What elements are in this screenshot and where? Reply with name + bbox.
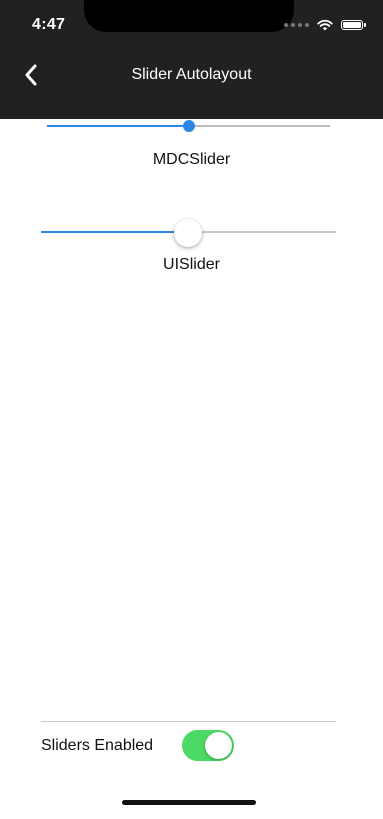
page-title: Slider Autolayout [131, 66, 252, 83]
mdc-slider-thumb[interactable] [183, 120, 195, 132]
app-screen: 4:47 Slider Autolayout MDCSlider UISlide… [0, 0, 383, 819]
mdc-slider[interactable] [47, 119, 330, 133]
mdc-slider-active-track [47, 125, 189, 127]
sliders-enabled-switch[interactable] [182, 730, 234, 761]
ui-slider-inactive-track [188, 231, 336, 233]
device-notch [84, 0, 294, 32]
ui-slider[interactable] [41, 219, 336, 247]
status-icons [284, 16, 366, 34]
switch-knob [205, 732, 232, 759]
home-indicator[interactable] [122, 800, 256, 805]
divider [41, 721, 336, 722]
status-time: 4:47 [32, 16, 66, 33]
battery-icon [341, 20, 366, 30]
main-content: MDCSlider UISlider Sliders Enabled [0, 119, 383, 819]
wifi-icon [317, 19, 333, 31]
signal-dots-icon [284, 23, 309, 27]
top-bar: 4:47 Slider Autolayout [0, 0, 383, 119]
ui-slider-thumb[interactable] [174, 219, 202, 247]
ui-slider-active-track [41, 231, 188, 233]
mdc-slider-label: MDCSlider [152, 151, 231, 168]
sliders-enabled-label: Sliders Enabled [41, 737, 154, 754]
ui-slider-label: UISlider [163, 256, 220, 273]
mdc-slider-inactive-track [189, 125, 330, 127]
